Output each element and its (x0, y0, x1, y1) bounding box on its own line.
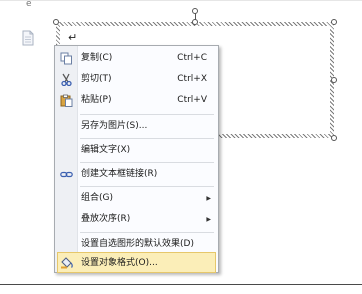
menu-item-order[interactable]: 叠放次序(R) ▶ (57, 209, 216, 230)
chain-link-icon (60, 171, 73, 178)
resize-handle-bottom-right[interactable] (331, 135, 337, 141)
resize-handle-top-right[interactable] (331, 19, 337, 25)
menu-item-group[interactable]: 组合(G) ▶ (57, 188, 216, 209)
document-icon (22, 30, 34, 46)
menu-item-label: 叠放次序(R) (81, 214, 131, 224)
menu-item-label: 粘贴(P) (81, 95, 112, 105)
menu-separator (80, 114, 214, 115)
menu-item-label: 另存为图片(S)... (81, 121, 148, 131)
menu-item-cut[interactable]: 剪切(T) Ctrl+X (57, 69, 216, 90)
menu-item-create-textbox-link[interactable]: 创建文本框链接(R) (57, 164, 216, 185)
top-text-fragment: e (26, 0, 32, 9)
menu-item-paste[interactable]: 粘贴(P) Ctrl+V (57, 90, 216, 111)
menu-item-save-as-picture[interactable]: 另存为图片(S)... (57, 116, 216, 137)
context-menu: 复制(C) Ctrl+C 剪切(T) Ctrl+X 粘贴(P) Ctrl+V 另… (54, 45, 219, 273)
top-edge-line (0, 0, 362, 1)
resize-handle-middle-right[interactable] (331, 77, 337, 83)
menu-item-format-object[interactable]: 设置对象格式(O)... (57, 252, 216, 273)
menu-item-label: 设置对象格式(O)... (81, 258, 158, 268)
menu-separator (80, 138, 214, 139)
menu-item-label: 复制(C) (81, 53, 113, 63)
menu-item-label: 组合(G) (81, 193, 113, 203)
page-bottom-line (0, 284, 362, 285)
menu-separator (80, 162, 214, 163)
paragraph-mark: ↵ (68, 31, 78, 44)
rotation-handle[interactable] (192, 8, 198, 14)
submenu-arrow-icon: ▶ (206, 216, 211, 223)
menu-separator (80, 232, 214, 233)
menu-item-label: 创建文本框链接(R) (81, 169, 158, 179)
submenu-arrow-icon: ▶ (206, 195, 211, 202)
menu-item-copy[interactable]: 复制(C) Ctrl+C (57, 48, 216, 69)
menu-item-label: 剪切(T) (81, 74, 112, 84)
menu-item-label: 编辑文字(X) (81, 145, 131, 155)
menu-item-shortcut: Ctrl+C (177, 53, 207, 63)
paint-bucket-icon (61, 257, 73, 269)
resize-handle-top-center[interactable] (192, 19, 198, 25)
menu-item-shortcut: Ctrl+X (177, 74, 207, 84)
scissors-icon (61, 73, 72, 86)
menu-item-shortcut: Ctrl+V (177, 95, 207, 105)
menu-item-edit-text[interactable]: 编辑文字(X) (57, 140, 216, 161)
copy-icon (60, 52, 72, 65)
paste-icon (60, 94, 73, 107)
menu-separator (80, 186, 214, 187)
resize-handle-top-left[interactable] (53, 19, 59, 25)
